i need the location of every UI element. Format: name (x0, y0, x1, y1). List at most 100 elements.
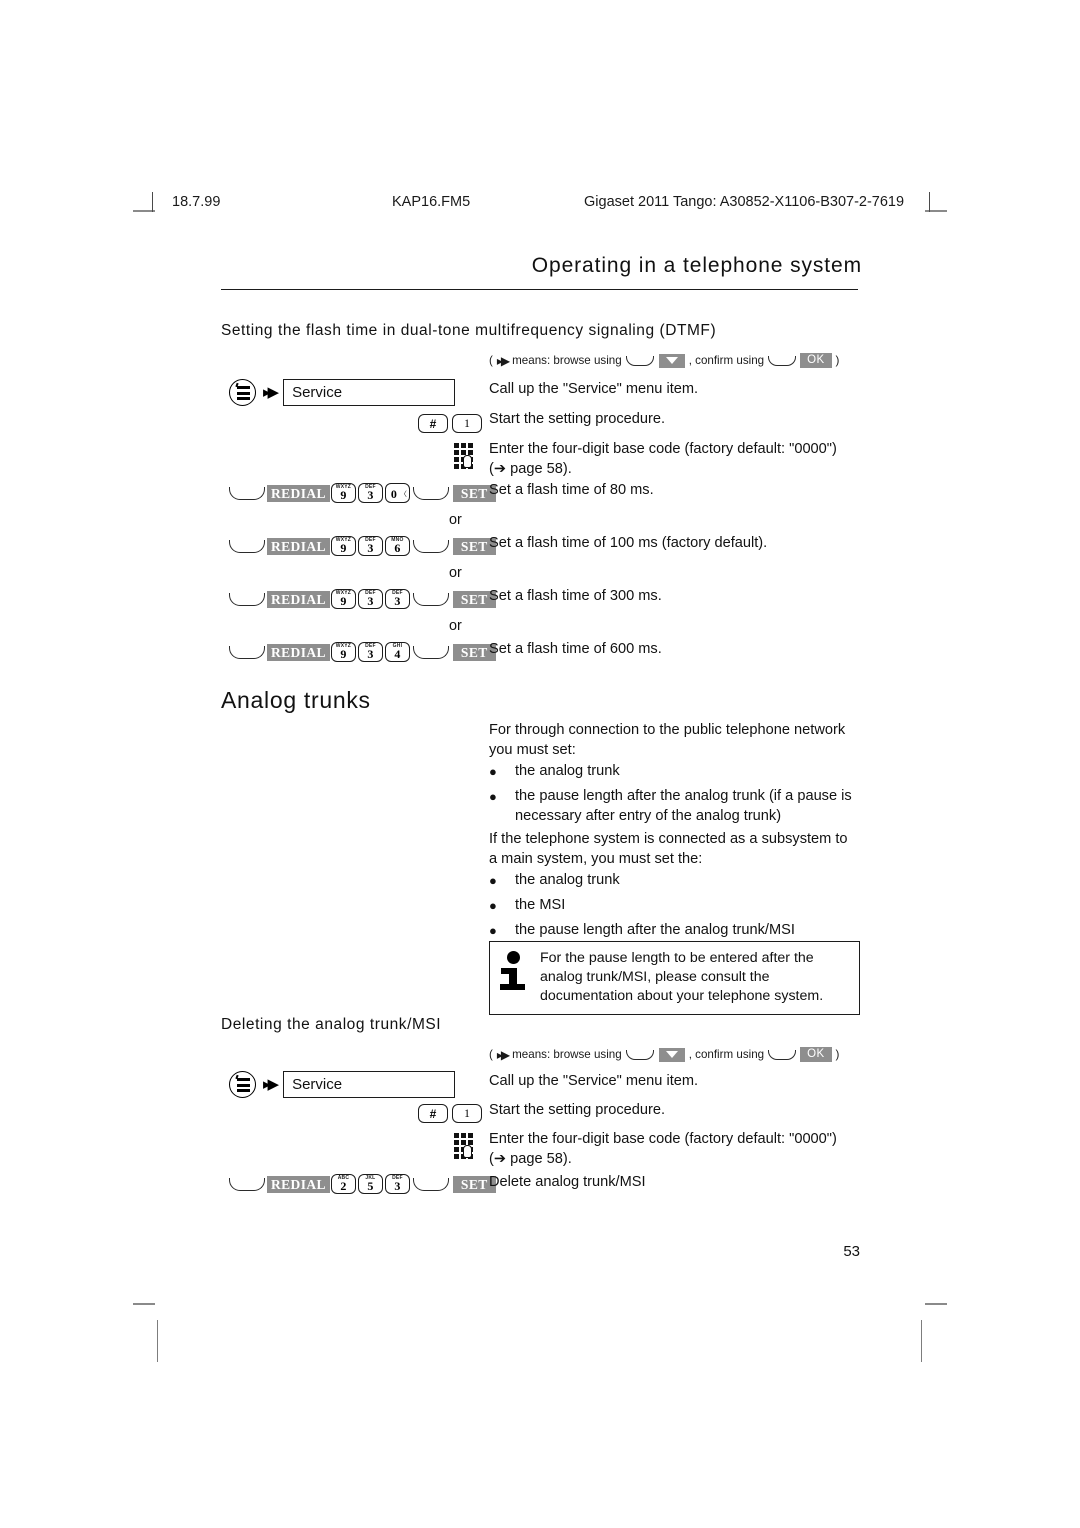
section-heading-analog-trunks: Analog trunks (221, 687, 371, 713)
page-number: 53 (843, 1243, 860, 1260)
redial-key-label[interactable]: REDIAL (267, 590, 330, 608)
down-arrow-key-icon[interactable] (658, 353, 685, 368)
soft-key-icon[interactable] (229, 1177, 265, 1191)
legend-close-paren: ) (835, 1048, 840, 1061)
flash-row-description: Set a flash time of 300 ms. (489, 588, 662, 604)
menu-icon[interactable] (229, 1071, 256, 1098)
numeric-key[interactable]: WXYZ 9 (330, 589, 356, 609)
keypad-icon[interactable] (454, 443, 476, 469)
one-key[interactable]: 1 (452, 414, 482, 433)
step-text-start-procedure: Start the setting procedure. (489, 1102, 666, 1118)
keypad-entry-row-deleting (454, 1133, 476, 1159)
numeric-key[interactable]: WXYZ 9 (330, 642, 356, 662)
info-icon (500, 949, 540, 999)
key-digit: 6 (394, 541, 401, 555)
service-menu-field[interactable]: Service (283, 379, 456, 406)
bullet-text: the analog trunk (515, 872, 620, 888)
browse-arrow-icon: ▸▶ (496, 1047, 510, 1062)
analog-subsystem-paragraph: If the telephone system is connected as … (489, 830, 869, 869)
analog-intro-paragraph: For through connection to the public tel… (489, 721, 869, 760)
soft-key-icon[interactable] (625, 1049, 654, 1060)
header-rule-left (152, 192, 153, 212)
enter-code-line-1: Enter the four-digit base code (factory … (489, 441, 837, 457)
header-filename: KAP16.FM5 (392, 194, 471, 210)
soft-key-icon[interactable] (229, 539, 265, 553)
soft-key-icon[interactable] (229, 592, 265, 606)
key-digit: 9 (340, 647, 347, 661)
hash-key[interactable]: # (418, 414, 448, 433)
flash-key-row: REDIAL WXYZ 9 DEF 3 GHI 4 SET (229, 642, 496, 662)
numeric-key[interactable]: GHI 4 (384, 642, 410, 662)
analog-intro-line-1: For through connection to the public tel… (489, 722, 846, 738)
redial-key-label[interactable]: REDIAL (267, 484, 330, 502)
legend-deleting: ( ▸▶ means: browse using , confirm using… (489, 1047, 839, 1062)
numeric-key[interactable]: WXYZ 9 (330, 536, 356, 556)
enter-code-line-2: (➔ page 58). (489, 1150, 572, 1167)
numeric-key[interactable]: ABC 2 (330, 1174, 356, 1194)
flash-key-row: REDIAL WXYZ 9 DEF 3 DEF 3 SET (229, 589, 496, 609)
soft-key-icon-2[interactable] (768, 355, 797, 366)
key-digit: 4 (394, 647, 401, 661)
crop-tick-bottom-left (157, 1320, 158, 1362)
analog-subsystem-line-2: a main system, you must set the: (489, 850, 703, 867)
browse-arrow-icon: ▸▶ (263, 1076, 279, 1093)
crop-tick-bottom-right (921, 1320, 922, 1362)
keypad-icon[interactable] (454, 1133, 476, 1159)
running-header: 18.7.99 KAP16.FM5 Gigaset 2011 Tango: A3… (152, 192, 930, 214)
keypad-entry-row-dtmf (454, 443, 476, 469)
soft-key-icon-2[interactable] (412, 1177, 449, 1191)
list-item: ● the analog trunk (489, 871, 869, 891)
redial-key-label[interactable]: REDIAL (267, 537, 330, 555)
legend-open-paren: ( (489, 354, 493, 367)
soft-key-icon[interactable] (229, 645, 265, 659)
redial-key-label[interactable]: REDIAL (267, 1175, 330, 1193)
down-arrow-key-icon[interactable] (658, 1047, 685, 1062)
service-menu-row-deleting: ▸▶ Service (229, 1071, 456, 1098)
note-box: For the pause length to be entered after… (489, 941, 860, 1015)
soft-key-icon-2[interactable] (412, 645, 449, 659)
step-text-enter-code: Enter the four-digit base code (factory … (489, 1130, 869, 1169)
section-heading-dtmf: Setting the flash time in dual-tone mult… (221, 322, 717, 339)
soft-key-icon-2[interactable] (412, 592, 449, 606)
soft-key-icon-2[interactable] (412, 486, 449, 500)
numeric-key[interactable]: JKL 5 (357, 1174, 383, 1194)
numeric-key[interactable]: DEF 3 (357, 536, 383, 556)
key-digit: 3 (367, 541, 374, 555)
numeric-key[interactable]: MNO 6 (384, 536, 410, 556)
header-rule-right (929, 192, 930, 212)
bullet-icon: ● (489, 789, 497, 804)
numeric-key[interactable]: DEF 3 (384, 1174, 410, 1194)
delete-key-row: REDIAL ABC 2 JKL 5 DEF 3 SET (229, 1174, 496, 1194)
step-text-call-service: Call up the "Service" menu item. (489, 1073, 699, 1089)
browse-arrow-icon: ▸▶ (263, 384, 279, 401)
header-date: 18.7.99 (172, 194, 221, 210)
soft-key-icon[interactable] (625, 355, 654, 366)
soft-key-icon-2[interactable] (412, 539, 449, 553)
key-digit: 3 (367, 647, 374, 661)
redial-key-label[interactable]: REDIAL (267, 643, 330, 661)
numeric-key[interactable]: DEF 3 (357, 589, 383, 609)
soft-key-icon[interactable] (229, 486, 265, 500)
key-digit: 3 (367, 594, 374, 608)
list-item: ● the pause length after the analog trun… (489, 787, 869, 826)
numeric-key[interactable]: DEF 3 (357, 642, 383, 662)
menu-icon[interactable] (229, 379, 256, 406)
bullet-text: the analog trunk (515, 763, 620, 779)
legend-confirm-text: , confirm using (688, 1048, 765, 1061)
bullet-icon: ● (489, 764, 497, 779)
numeric-key[interactable]: WXYZ 9 (330, 483, 356, 503)
key-digit: 3 (394, 1179, 401, 1193)
numeric-key[interactable]: 0 〈 (384, 483, 410, 503)
soft-key-icon-2[interactable] (768, 1049, 797, 1060)
bullet-icon: ● (489, 923, 497, 938)
key-digit: 9 (340, 541, 347, 555)
service-menu-field[interactable]: Service (283, 1071, 456, 1098)
one-key[interactable]: 1 (452, 1104, 482, 1123)
header-document-id: Gigaset 2011 Tango: A30852-X1106-B307-2-… (584, 194, 905, 210)
ok-key-label[interactable]: OK (800, 1047, 832, 1062)
start-procedure-keys-deleting: # 1 (418, 1104, 482, 1123)
ok-key-label[interactable]: OK (800, 353, 832, 368)
hash-key[interactable]: # (418, 1104, 448, 1123)
numeric-key[interactable]: DEF 3 (384, 589, 410, 609)
flash-row-description: Set a flash time of 600 ms. (489, 641, 662, 657)
